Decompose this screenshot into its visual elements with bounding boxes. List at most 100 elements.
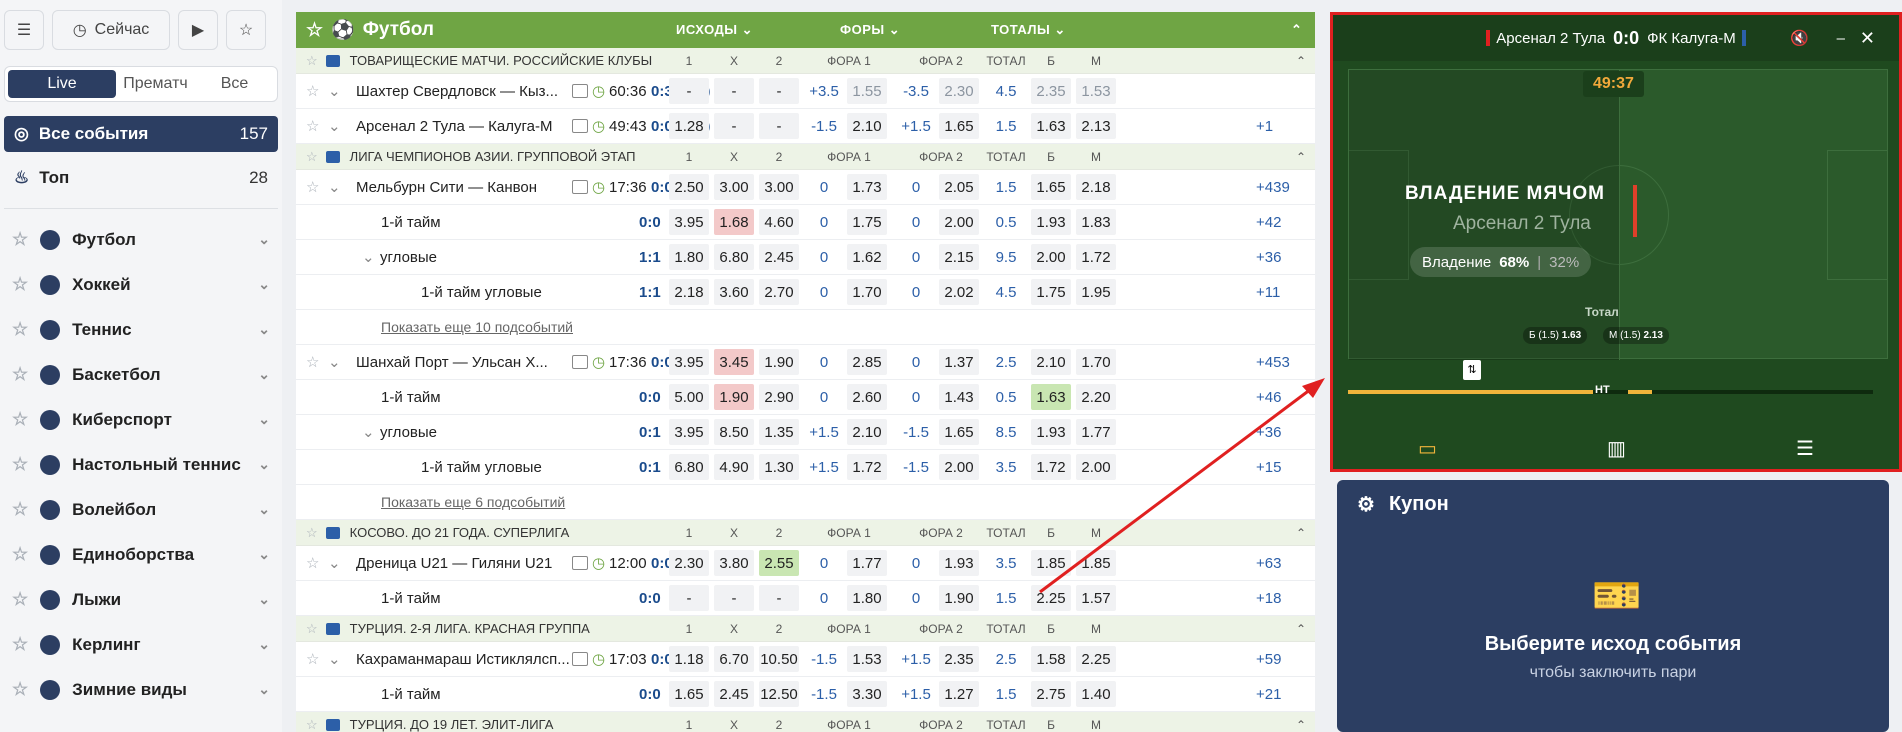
sidebar-sport-item[interactable]: ☆ Футбол ⌄: [0, 217, 282, 262]
star-icon[interactable]: ☆: [12, 454, 28, 475]
star-icon[interactable]: ☆: [306, 53, 318, 69]
event-name[interactable]: 1-й тайм: [381, 677, 441, 711]
odds-cell-b[interactable]: 1.63: [1031, 113, 1071, 139]
odds-cell-m[interactable]: 2.18: [1076, 174, 1116, 200]
collapse-icon[interactable]: ⌃: [1291, 520, 1311, 545]
more-markets-link[interactable]: +42: [1256, 205, 1281, 239]
odds-cell-o2[interactable]: 1.35: [759, 419, 799, 445]
odds-cell-ox[interactable]: 1.68: [714, 209, 754, 235]
chevron-down-icon[interactable]: ⌄: [258, 501, 270, 518]
odds-cell-f1b[interactable]: 1.72: [847, 454, 887, 480]
sidebar-sport-item[interactable]: ☆ Хоккей ⌄: [0, 262, 282, 307]
more-markets-link[interactable]: +439: [1256, 170, 1290, 204]
more-markets-link[interactable]: +21: [1256, 677, 1281, 711]
stats-icon[interactable]: ▥: [1607, 436, 1626, 461]
table-row[interactable]: 1-й тайм угловые 1:1 2.18 3.60 2.70 0 1.70 0 2.0…: [296, 275, 1315, 310]
odds-cell-m[interactable]: 1.83: [1076, 209, 1116, 235]
event-name[interactable]: 1-й тайм: [381, 581, 441, 615]
star-icon[interactable]: ☆: [306, 525, 318, 541]
table-row[interactable]: 1-й тайм 0:0 1.65 2.45 12.50 -1.5 3.30 +1.5 1.27…: [296, 677, 1315, 712]
odds-cell-b[interactable]: 1.63: [1031, 384, 1071, 410]
chevron-down-icon[interactable]: ⌄: [258, 411, 270, 428]
more-markets-link[interactable]: +11: [1256, 275, 1280, 309]
odds-cell-ox[interactable]: 1.90: [714, 384, 754, 410]
event-name[interactable]: Шахтер Свердловск — Кыз...: [356, 74, 558, 108]
odds-cell-ox[interactable]: -: [714, 113, 754, 139]
event-name[interactable]: Арсенал 2 Тула — Калуга-М: [356, 109, 552, 143]
odds-cell-m[interactable]: 1.40: [1076, 681, 1116, 707]
more-markets-link[interactable]: +18: [1256, 581, 1281, 615]
odds-cell-o2[interactable]: 10.50: [759, 646, 799, 672]
odds-cell-m[interactable]: 2.25: [1076, 646, 1116, 672]
odds-cell-f2b[interactable]: 1.90: [939, 585, 979, 611]
odds-cell-o2[interactable]: 1.90: [759, 349, 799, 375]
odds-cell-o1[interactable]: 2.30: [669, 550, 709, 576]
odds-cell-o1[interactable]: 3.95: [669, 419, 709, 445]
chevron-down-icon[interactable]: ⌄: [328, 109, 341, 143]
event-name[interactable]: Мельбурн Сити — Канвон: [356, 170, 537, 204]
odds-cell-ox[interactable]: 3.60: [714, 279, 754, 305]
odds-cell-m[interactable]: 1.95: [1076, 279, 1116, 305]
scoreboard-icon[interactable]: ▭: [1418, 436, 1437, 461]
odds-cell-m[interactable]: 1.70: [1076, 349, 1116, 375]
star-icon[interactable]: ☆: [12, 499, 28, 520]
league-header[interactable]: ☆ ЛИГА ЧЕМПИОНОВ АЗИИ. ГРУППОВОЙ ЭТАП 1 X 2 Ф…: [296, 144, 1315, 170]
sidebar-sport-item[interactable]: ☆ Теннис ⌄: [0, 307, 282, 352]
show-more-link[interactable]: Показать еще 10 подсобытий: [381, 319, 573, 335]
sidebar-sport-item[interactable]: ☆ Киберспорт ⌄: [0, 397, 282, 442]
odds-cell-ox[interactable]: 6.70: [714, 646, 754, 672]
list-icon[interactable]: ☰: [1796, 436, 1814, 461]
top-item[interactable]: ♨ Топ 28: [4, 160, 278, 196]
more-markets-link[interactable]: +36: [1256, 415, 1281, 449]
odds-cell-b[interactable]: 1.93: [1031, 419, 1071, 445]
star-icon[interactable]: ☆: [12, 589, 28, 610]
odds-cell-m[interactable]: 1.85: [1076, 550, 1116, 576]
league-header[interactable]: ☆ ТУРЦИЯ. 2-Я ЛИГА. КРАСНАЯ ГРУППА 1 X 2 ФОРА…: [296, 616, 1315, 642]
table-row[interactable]: 1-й тайм угловые 0:1 6.80 4.90 1.30 +1.5 1.72-…: [296, 450, 1315, 485]
table-row[interactable]: 1-й тайм 0:0 3.95 1.68 4.60 0 1.75 0 2.00 0.5 1.93…: [296, 205, 1315, 240]
chevron-down-icon[interactable]: ⌄: [328, 74, 341, 108]
odds-cell-f2b[interactable]: 1.43: [939, 384, 979, 410]
table-row[interactable]: ☆ ⌄ Шанхай Порт — Ульсан Х... ◷ 17:36 0:0 3.95…: [296, 345, 1315, 380]
star-icon[interactable]: ☆: [306, 345, 319, 379]
odds-cell-f2b[interactable]: 2.30: [939, 78, 979, 104]
filter-button[interactable]: ☰: [4, 10, 44, 50]
table-row[interactable]: ⌄ угловые 0:1 3.95 8.50 1.35 +1.5 2.10 -1.5 1.65 8…: [296, 415, 1315, 450]
group-totals[interactable]: ТОТАЛЫ ⌄: [991, 12, 1066, 48]
odds-cell-b[interactable]: 2.35: [1031, 78, 1071, 104]
group-outcomes[interactable]: ИСХОДЫ ⌄: [676, 12, 753, 48]
table-row[interactable]: ☆⌄Арсенал 2 Тула — Калуга-М◷49:430:0(0-0…: [296, 109, 1315, 144]
odds-cell-f1b[interactable]: 1.80: [847, 585, 887, 611]
event-name[interactable]: Кахраманмараш Истиклялсп...: [356, 642, 570, 676]
star-icon[interactable]: ☆: [12, 409, 28, 430]
star-icon[interactable]: ☆: [306, 109, 319, 143]
league-header[interactable]: ☆ ТУРЦИЯ. ДО 19 ЛЕТ. ЭЛИТ-ЛИГА 1 X 2 ФОРА 1 ФО…: [296, 712, 1315, 732]
event-name[interactable]: 1-й тайм: [381, 380, 441, 414]
odds-cell-b[interactable]: 2.10: [1031, 349, 1071, 375]
chevron-down-icon[interactable]: ⌄: [328, 345, 341, 379]
odds-cell-ox[interactable]: -: [714, 78, 754, 104]
odds-cell-b[interactable]: 1.93: [1031, 209, 1071, 235]
star-icon[interactable]: ☆: [306, 621, 318, 637]
odds-cell-b[interactable]: 2.25: [1031, 585, 1071, 611]
odds-cell-f1b[interactable]: 3.30: [847, 681, 887, 707]
odds-cell-f1b[interactable]: 2.85: [847, 349, 887, 375]
odds-cell-o2[interactable]: 4.60: [759, 209, 799, 235]
star-icon[interactable]: ☆: [306, 546, 319, 580]
odds-cell-o2[interactable]: 12.50: [759, 681, 799, 707]
odds-cell-o2[interactable]: 3.00: [759, 174, 799, 200]
odds-cell-b[interactable]: 1.75: [1031, 279, 1071, 305]
more-markets-link[interactable]: +15: [1256, 450, 1281, 484]
odds-cell-o2[interactable]: 2.45: [759, 244, 799, 270]
odds-cell-o2[interactable]: 1.30: [759, 454, 799, 480]
chevron-down-icon[interactable]: ⌄: [258, 636, 270, 653]
odds-cell-o1[interactable]: 5.00: [669, 384, 709, 410]
chevron-down-icon[interactable]: ⌄: [258, 456, 270, 473]
event-name[interactable]: угловые: [380, 240, 437, 274]
table-row[interactable]: ☆ ⌄ Мельбурн Сити — Канвон ◷ 17:36 0:0 2.50 3.0…: [296, 170, 1315, 205]
league-header[interactable]: ☆ КОСОВО. ДО 21 ГОДА. СУПЕРЛИГА 1 X 2 ФОРА 1 Ф…: [296, 520, 1315, 546]
odds-cell-m[interactable]: 2.13: [1076, 113, 1116, 139]
star-icon[interactable]: ☆: [12, 229, 28, 250]
mute-icon[interactable]: 🔇: [1790, 29, 1809, 47]
league-header[interactable]: ☆ ТОВАРИЩЕСКИЕ МАТЧИ. РОССИЙСКИЕ КЛУБЫ 1 X 2…: [296, 48, 1315, 74]
